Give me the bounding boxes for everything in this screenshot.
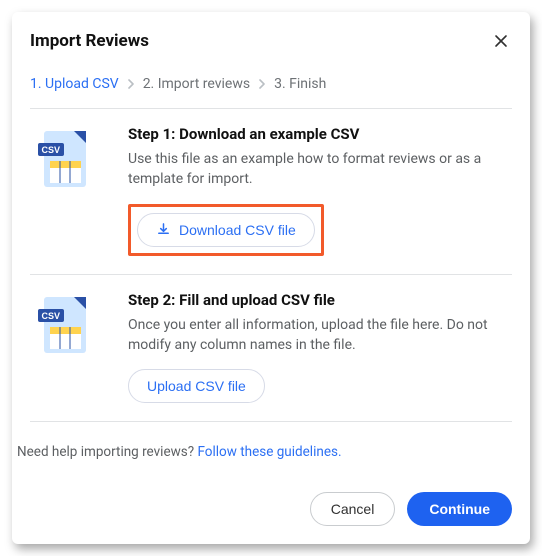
step-finish: 3. Finish [274,76,326,92]
modal-header: Import Reviews [12,16,530,58]
svg-text:CSV: CSV [42,145,61,155]
help-row: Need help importing reviews? Follow thes… [12,422,530,472]
modal-footer: Cancel Continue [12,472,530,544]
step-import-reviews: 2. Import reviews [143,76,250,92]
cancel-button[interactable]: Cancel [310,492,396,526]
download-csv-label: Download CSV file [179,222,296,238]
section2-desc: Once you enter all information, upload t… [128,315,512,356]
close-button[interactable] [490,30,512,52]
help-guidelines-link[interactable]: Follow these guidelines. [197,444,341,460]
close-icon [493,33,509,49]
chevron-right-icon [127,79,135,89]
modal-title: Import Reviews [30,31,149,51]
chevron-right-icon [258,79,266,89]
section1-desc: Use this file as an example how to forma… [128,149,512,190]
download-csv-button[interactable]: Download CSV file [137,213,315,247]
section-upload-csv: CSV Step 2: Fill and upload CSV file Onc… [12,275,530,422]
svg-text:CSV: CSV [42,311,61,321]
section2-title: Step 2: Fill and upload CSV file [128,291,512,309]
steps-breadcrumb: 1. Upload CSV 2. Import reviews 3. Finis… [12,58,530,108]
import-reviews-modal: Import Reviews 1. Upload CSV 2. Import r… [12,12,530,544]
help-text: Need help importing reviews? [17,444,197,460]
highlight-download-button: Download CSV file [128,204,324,256]
csv-file-icon: CSV [30,125,108,256]
section1-title: Step 1: Download an example CSV [128,125,512,143]
upload-csv-label: Upload CSV file [147,378,246,394]
step-upload-csv[interactable]: 1. Upload CSV [30,76,119,92]
upload-csv-button[interactable]: Upload CSV file [128,369,265,403]
download-icon [156,222,171,237]
continue-button[interactable]: Continue [407,492,512,526]
csv-file-icon: CSV [30,291,108,404]
section-download-example: CSV Step 1: Download an example CSV Use … [12,109,530,274]
